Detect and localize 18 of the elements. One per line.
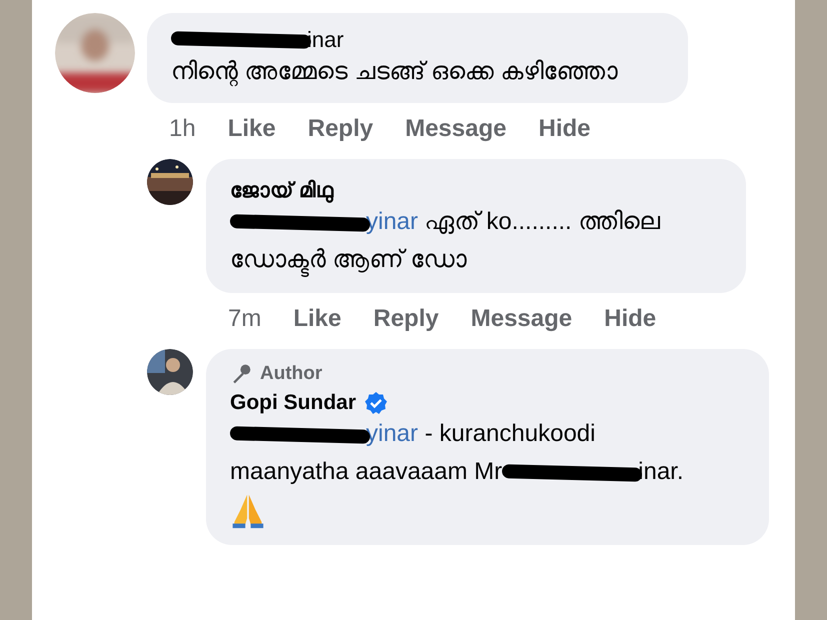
action-link[interactable]: Like: [293, 305, 342, 333]
timestamp: 1h: [169, 115, 196, 143]
author-name[interactable]: Gopi Sundar: [230, 391, 356, 415]
action-link[interactable]: Message: [470, 305, 572, 333]
praying-hands-icon: [230, 492, 266, 529]
author-label: Author: [260, 363, 322, 385]
timestamp: 7m: [228, 305, 262, 333]
action-link[interactable]: Hide: [538, 115, 590, 143]
comment-text: നിന്റെ അമ്മേടെ ചടങ്ങ് ഒക്കെ കഴിഞ്ഞോ: [171, 57, 619, 88]
action-link[interactable]: Reply: [308, 115, 374, 143]
action-link[interactable]: Like: [228, 115, 276, 143]
action-link[interactable]: Reply: [373, 305, 439, 333]
mention-link[interactable]: yinar: [366, 208, 418, 235]
author-name[interactable]: ജോയ് മിഥു: [230, 179, 333, 203]
comment-text: yinar ഏത് ko......... ത്തിലെ ഡോക്ടർ ആണ് ഡോ: [230, 203, 722, 279]
mention-link[interactable]: yinar: [366, 420, 418, 447]
action-link[interactable]: Message: [405, 115, 506, 143]
action-link[interactable]: Hide: [604, 305, 656, 333]
